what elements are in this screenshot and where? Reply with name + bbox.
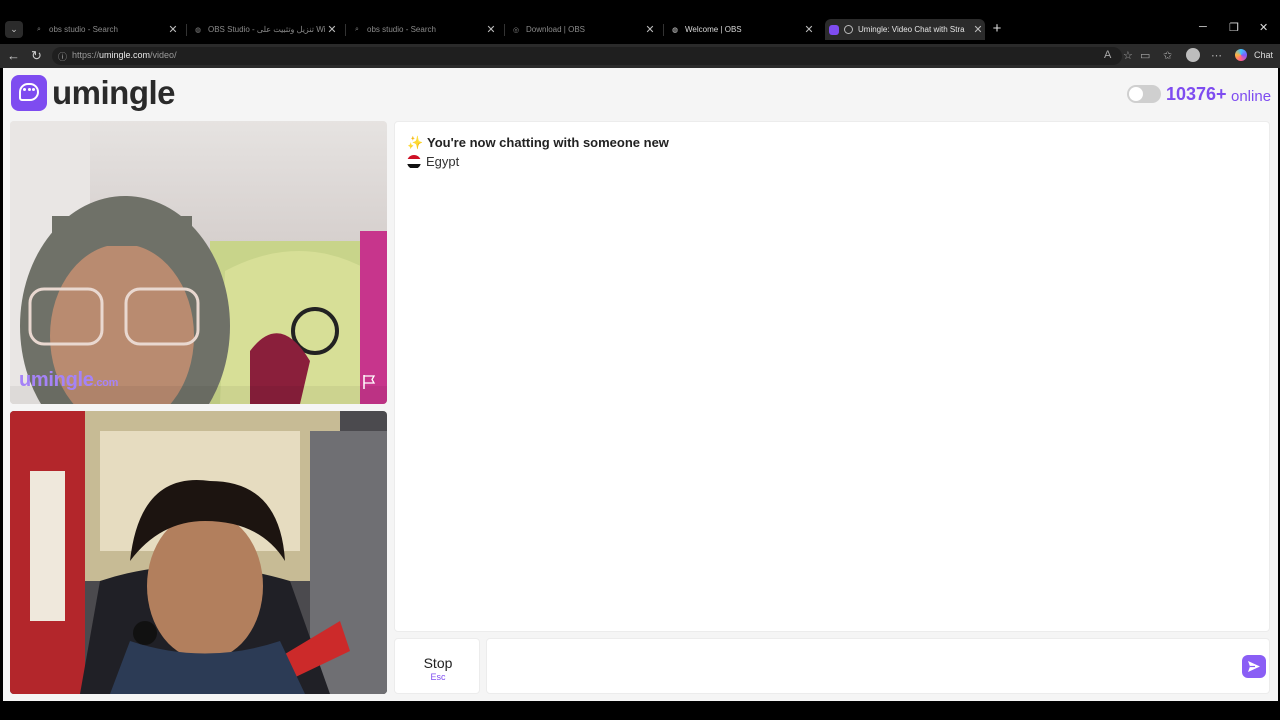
umingle-watermark: umingle.com [19,369,119,391]
close-tab-icon[interactable]: ✕ [802,23,816,36]
umingle-favicon-icon [829,24,839,35]
camera-permission-icon[interactable]: ▭ [1140,49,1150,62]
chat-bubble-icon[interactable] [11,75,47,111]
stranger-country: Egypt [407,154,459,169]
online-count: 10376+ [1166,84,1227,104]
site-logo[interactable]: umingle [52,74,176,112]
read-aloud-icon[interactable]: A [1104,49,1111,61]
refresh-icon[interactable]: ↻ [31,48,42,64]
stop-shortcut-hint: Esc [430,672,446,682]
back-icon[interactable]: ← [7,48,20,64]
sparkle-icon: ✨ [407,135,424,150]
site-info-icon[interactable]: ⓘ [58,50,67,63]
theme-toggle[interactable] [1127,85,1161,103]
message-input[interactable] [486,638,1270,694]
minimize-icon[interactable]: ─ [1199,21,1207,33]
profile-avatar[interactable] [1186,48,1200,62]
browser-tab[interactable]: ◎ Download | OBS ✕ [507,19,657,40]
browser-tab[interactable]: ◍ Welcome | OBS ✕ [666,19,816,40]
self-video [10,411,387,694]
screen-bottom-edge [0,701,1280,720]
globe-icon: ◍ [194,26,202,34]
close-tab-icon[interactable]: ✕ [484,23,498,36]
restore-icon[interactable]: ❐ [1229,21,1239,34]
recording-icon [844,25,853,34]
favorite-star-icon[interactable]: ☆ [1123,49,1133,62]
system-message: You're now chatting with someone new [427,135,669,150]
country-label: Egypt [426,154,460,169]
tab-actions-menu-icon[interactable]: ⌄ [5,21,23,38]
globe-icon: ◍ [671,26,679,34]
stop-label: Stop [423,655,453,671]
close-tab-icon[interactable]: ✕ [971,23,985,36]
search-icon: ⌕ [37,25,41,33]
send-icon [1248,661,1260,672]
chat-log [394,121,1270,632]
new-tab-icon[interactable]: + [989,21,1005,37]
stranger-video-frame [10,121,387,404]
browser-tab[interactable]: ⌕ obs studio - Search ✕ [348,19,498,40]
close-tab-icon[interactable]: ✕ [325,23,339,36]
online-label: online [1231,88,1272,105]
send-button[interactable] [1242,655,1266,678]
close-tab-icon[interactable]: ✕ [166,23,180,36]
browser-tab-active[interactable]: Umingle: Video Chat with Stra ✕ [825,19,985,40]
more-menu-icon[interactable]: ⋯ [1211,49,1222,62]
url-text[interactable]: https://umingle.com/video/ [72,50,177,60]
egypt-flag-icon [407,154,421,169]
browser-tab[interactable]: ⌕ obs studio - Search ✕ [30,19,180,40]
search-icon: ⌕ [355,25,359,33]
browser-tab[interactable]: ◍ OBS Studio - تنزيل وتثبيت على Wi ✕ [189,19,339,40]
self-video-frame [10,411,387,694]
report-flag-icon[interactable] [362,374,376,390]
close-tab-icon[interactable]: ✕ [643,23,657,36]
copilot-chat-label[interactable]: Chat [1254,50,1273,60]
address-bar[interactable] [52,47,1122,65]
copilot-icon[interactable] [1235,49,1247,61]
stop-button[interactable]: Stop Esc [394,638,480,694]
favorites-icon[interactable]: ✩ [1163,49,1172,62]
obs-icon: ◎ [512,26,520,34]
stranger-video: umingle.com [10,121,387,404]
close-window-icon[interactable]: ✕ [1259,21,1268,34]
